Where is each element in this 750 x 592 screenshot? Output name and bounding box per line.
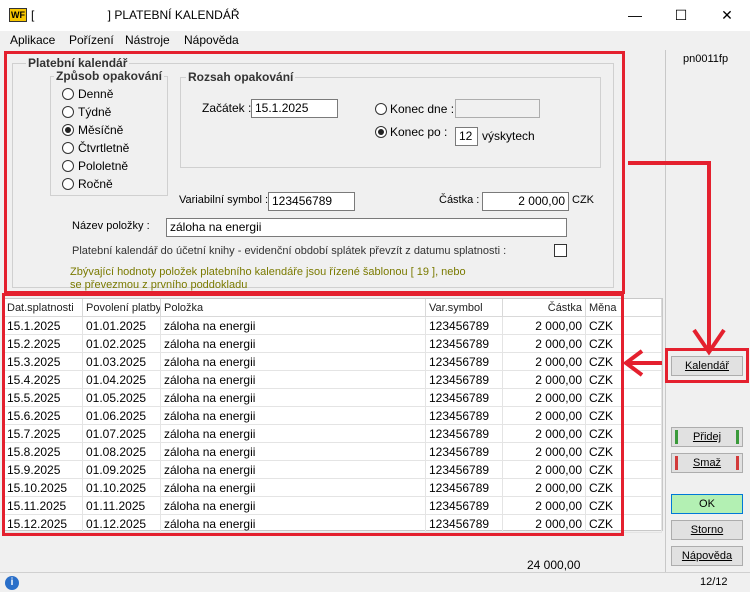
app-logo-icon: WF [9,8,27,22]
menu-porizeni[interactable]: Pořízení [69,33,114,47]
add-green-bar [675,430,678,444]
add-button[interactable]: Přidej [671,427,743,447]
menu-napoveda[interactable]: Nápověda [184,33,239,47]
close-button[interactable]: ✕ [704,0,750,31]
delete-button[interactable]: Smaž [671,453,743,473]
annotation-form-highlight [4,51,625,294]
menu-aplikace[interactable]: Aplikace [10,33,55,47]
menu-nastroje[interactable]: Nástroje [125,33,170,47]
annotation-arrows [622,161,726,377]
help-button[interactable]: Nápověda [671,546,743,566]
add-green-bar-right [736,430,739,444]
cancel-button[interactable]: Storno [671,520,743,540]
window-title: [ ] PLATEBNÍ KALENDÁŘ [31,8,240,22]
delete-red-bar-right [736,456,739,470]
delete-button-label: Smaž [692,457,722,469]
arrow-down-path [628,161,711,350]
record-count: 12/12 [700,576,728,588]
menu-bar: Aplikace Pořízení Nástroje Nápověda [0,31,750,50]
minimize-button[interactable]: — [612,0,658,31]
info-icon[interactable]: i [5,576,19,590]
add-button-label: Přidej [692,431,722,443]
form-code: pn0011fp [683,53,729,65]
delete-red-bar [675,456,678,470]
status-bar: i 12/12 [0,572,750,592]
title-bar: WF [ ] PLATEBNÍ KALENDÁŘ — ☐ ✕ [0,0,750,31]
annotation-table-highlight [2,293,624,536]
total-amount: 24 000,00 [527,558,581,572]
maximize-button[interactable]: ☐ [658,0,704,31]
ok-button[interactable]: OK [671,494,743,514]
